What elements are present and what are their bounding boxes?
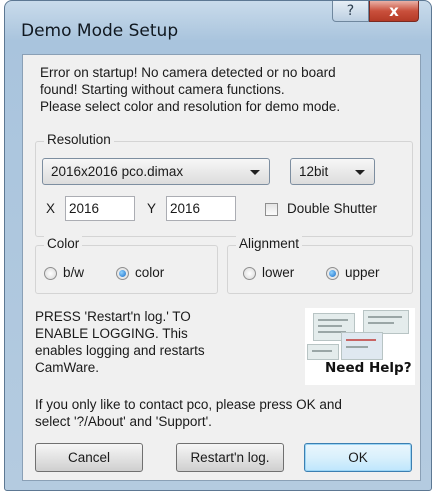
- ok-button[interactable]: OK: [304, 443, 412, 472]
- need-help-caption: Need Help?: [325, 360, 412, 376]
- caption-buttons: ? x: [332, 1, 419, 23]
- resolution-group-label: Resolution: [44, 132, 114, 147]
- x-label: X: [46, 201, 56, 216]
- double-shutter-label: Double Shutter: [287, 201, 378, 216]
- bit-depth-select[interactable]: 12bit: [290, 158, 375, 185]
- resolution-format-select[interactable]: 2016x2016 pco.dimax: [42, 158, 270, 185]
- help-caption-button[interactable]: ?: [332, 1, 369, 22]
- dialog-window: Demo Mode Setup ? x Error on startup! No…: [4, 0, 432, 491]
- resolution-format-value: 2016x2016 pco.dimax: [51, 164, 184, 179]
- restart-and-log-button[interactable]: Restart'n log.: [176, 443, 284, 472]
- error-message-line-2: found! Starting without camera functions…: [40, 82, 285, 97]
- cancel-button[interactable]: Cancel: [35, 443, 143, 472]
- logging-info-line-1: PRESS 'Restart'n log.' TO: [35, 309, 191, 324]
- color-group-label: Color: [44, 236, 83, 251]
- color-color-label: color: [135, 265, 165, 280]
- alignment-upper-label: upper: [345, 265, 380, 280]
- resolution-group: Resolution 2016x2016 pco.dimax 12bit X 2…: [35, 132, 413, 237]
- document-icon: [341, 332, 383, 360]
- document-icon: [307, 344, 339, 360]
- bit-depth-value: 12bit: [299, 164, 329, 179]
- chevron-down-icon: [250, 170, 260, 175]
- alignment-lower-radio[interactable]: [243, 267, 256, 280]
- alignment-upper-radio[interactable]: [326, 267, 339, 280]
- window-title: Demo Mode Setup: [21, 21, 179, 41]
- alignment-lower-label: lower: [262, 265, 295, 280]
- close-button[interactable]: x: [369, 1, 419, 22]
- contact-info-line-1: If you only like to contact pco, please …: [35, 397, 342, 412]
- dialog-client-area: Error on startup! No camera detected or …: [22, 54, 421, 481]
- color-color-radio[interactable]: [116, 267, 129, 280]
- error-message-line-1: Error on startup! No camera detected or …: [40, 65, 336, 80]
- color-group: Color b/w color: [35, 236, 218, 294]
- error-message-line-3: Please select color and resolution for d…: [40, 99, 341, 114]
- logging-info-line-3: enables logging and restarts: [35, 343, 205, 358]
- need-help-image[interactable]: Need Help?: [305, 308, 415, 385]
- logging-info-line-4: CamWare.: [35, 360, 100, 375]
- document-icon: [363, 310, 409, 334]
- logging-info-line-2: ENABLE LOGGING. This: [35, 326, 188, 341]
- alignment-group-label: Alignment: [236, 236, 303, 251]
- contact-info-line-2: select '?/About' and 'Support'.: [35, 414, 212, 429]
- color-bw-radio[interactable]: [44, 267, 57, 280]
- y-label: Y: [147, 201, 157, 216]
- alignment-group: Alignment lower upper: [227, 236, 413, 294]
- chevron-down-icon: [355, 170, 365, 175]
- color-bw-label: b/w: [63, 265, 85, 280]
- height-input[interactable]: 2016: [166, 196, 236, 221]
- width-input[interactable]: 2016: [65, 196, 135, 221]
- double-shutter-checkbox[interactable]: [265, 203, 278, 216]
